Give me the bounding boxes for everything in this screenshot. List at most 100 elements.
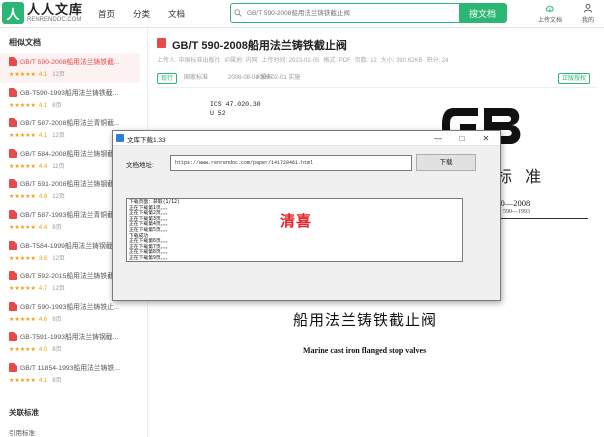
list-item[interactable]: GB-T590-1993船用法兰铸铁截... ★★★★★ 4.1 8页 (0, 84, 140, 114)
list-item[interactable]: GB/T 590-2008船用法兰铸铁截... ★★★★★ 4.1 12页 (0, 53, 140, 83)
meta-pages: 页数: 12 (354, 58, 377, 64)
address-label: 文档地址: (126, 162, 154, 169)
nav-home[interactable]: 首页 (98, 8, 115, 20)
search-input[interactable] (245, 4, 459, 22)
star-rating-icon: ★★★★★ (9, 194, 36, 201)
rating-score: 4.1 (38, 133, 48, 140)
maximize-icon[interactable]: □ (451, 132, 473, 145)
log-output[interactable]: 下载页面：获取(1/12) 正在下载第1页。。。 正在下载第2页。。。 正在下载第3页… (126, 198, 463, 262)
page-count: 12页 (52, 133, 65, 140)
star-rating-icon: ★★★★★ (9, 255, 36, 262)
user-icon (583, 3, 593, 13)
page-count: 8页 (52, 347, 62, 354)
rating-score: 4.4 (38, 163, 48, 170)
status-badge: 现行 (157, 73, 178, 84)
pdf-icon (157, 38, 166, 48)
pdf-icon (9, 148, 17, 158)
rating-score: 4.1 (38, 102, 48, 109)
search-button[interactable]: 搜文档 (459, 4, 506, 22)
page-count: 12页 (52, 72, 65, 78)
meta-format: 格式: PDF (323, 58, 351, 64)
star-rating-icon: ★★★★★ (9, 378, 36, 384)
national-standard-heading: 标 准 (496, 167, 546, 186)
authorized-badge[interactable]: 正版授权 (558, 73, 591, 84)
star-rating-icon: ★★★★★ (9, 286, 36, 293)
page-count: 8页 (52, 316, 62, 323)
pdf-icon (9, 240, 17, 250)
search-icon (231, 4, 245, 22)
list-item-title: GB-T590-1993船用法兰铸铁截... (20, 89, 119, 97)
list-item-rating: ★★★★★ 4.4 8页 (9, 222, 62, 231)
list-item[interactable]: GB-T591-1993船用法兰铸钢截... ★★★★★ 4.0 8页 (0, 328, 140, 358)
log-lines: 下载页面：获取(1/12) 正在下载第1页。。。 正在下载第2页。。。 正在下载第3页… (129, 200, 180, 261)
meta-ip: IP属地: 内网 (224, 58, 258, 64)
related-standards-title: 关联标准 (9, 408, 39, 417)
page-count: 12页 (52, 194, 65, 201)
download-button[interactable]: 下载 (416, 154, 476, 171)
replaced-standard: 590—1993 (503, 209, 530, 215)
pdf-icon (9, 271, 17, 281)
list-item-rating: ★★★★★ 4.6 8页 (9, 314, 62, 323)
list-item-rating: ★★★★★ 4.1 8页 (9, 375, 62, 384)
star-rating-icon: ★★★★★ (9, 72, 36, 78)
close-icon[interactable]: ✕ (475, 132, 497, 145)
logo-domain: RENRENDOC.COM (27, 17, 82, 23)
list-item-title: GB/T 590-1993船用法兰铸铁止... (20, 303, 120, 311)
upload-button[interactable]: 上传文档 (538, 3, 562, 24)
nav-docs[interactable]: 文档 (168, 8, 185, 20)
window-titlebar[interactable]: 文库下载1.33 — □ ✕ (113, 131, 500, 146)
ics-code: ICS 47.020.30 U 52 (210, 101, 261, 117)
list-item[interactable]: GB/T 590-1993船用法兰铸铁止... ★★★★★ 4.6 8页 (0, 298, 140, 328)
page-count: 8页 (52, 225, 62, 231)
list-item-title: GB/T 11854-1993船用法兰铸铁... (20, 365, 120, 372)
upload-label: 上传文档 (538, 18, 563, 24)
upload-cloud-icon (545, 5, 554, 13)
pdf-icon (9, 179, 17, 189)
site-logo[interactable]: 人 人人文库 RENRENDOC.COM (2, 2, 83, 24)
log-banner: 清喜 (280, 213, 313, 230)
rating-score: 3.6 (38, 255, 48, 262)
rating-score: 4.6 (38, 316, 48, 323)
star-rating-icon: ★★★★★ (9, 347, 36, 354)
rating-score: 4.4 (38, 225, 48, 231)
list-item-rating: ★★★★★ 4.1 12页 (9, 130, 65, 139)
page-count: 12页 (52, 255, 65, 262)
pdf-icon (9, 57, 17, 66)
star-rating-icon: ★★★★★ (9, 102, 36, 109)
minimize-icon[interactable]: — (427, 132, 449, 145)
nav-categories[interactable]: 分类 (133, 8, 150, 20)
list-item-rating: ★★★★★ 4.1 12页 (9, 69, 65, 78)
rating-score: 4.8 (38, 194, 48, 201)
star-rating-icon: ★★★★★ (9, 133, 36, 140)
list-item[interactable]: GB/T 11854-1993船用法兰铸铁... ★★★★★ 4.1 8页 (0, 359, 140, 389)
standard-type-tag: 国家标准 (184, 75, 209, 81)
list-item-rating: ★★★★★ 4.7 12页 (9, 283, 65, 292)
star-rating-icon: ★★★★★ (9, 316, 36, 323)
page-count: 12页 (52, 286, 65, 293)
pdf-icon (9, 210, 17, 219)
downloader-window: 文库下载1.33 — □ ✕ 文档地址: https://www.renrend… (112, 130, 501, 301)
list-item-rating: ★★★★★ 4.0 8页 (9, 344, 62, 353)
document-meta: 上传人: 中国标准出版社 IP属地: 内网 上传时间: 2023-02-05 格式: … (157, 55, 452, 64)
meta-uploader: 上传人: 中国标准出版社 (157, 58, 221, 64)
effective-date-tag: 2009-02-01 实施 (256, 75, 301, 81)
app-icon (116, 134, 124, 142)
rating-score: 4.1 (38, 72, 48, 78)
profile-button[interactable]: 我的 (582, 3, 594, 24)
pdf-icon (9, 363, 17, 372)
page-count: 8页 (52, 102, 62, 109)
cited-standards-label: 引用标准: (9, 430, 37, 437)
list-item-rating: ★★★★★ 4.1 8页 (9, 100, 62, 109)
rating-score: 4.7 (38, 286, 48, 293)
list-item-title: GB-T591-1993船用法兰铸钢截... (20, 334, 119, 342)
pdf-icon (9, 87, 17, 97)
star-rating-icon: ★★★★★ (9, 163, 36, 170)
pdf-icon (9, 118, 17, 128)
pdf-icon (9, 332, 17, 342)
rating-score: 4.0 (38, 347, 48, 354)
list-item-title: GB/T 587-2008船用法兰青铜截... (20, 120, 120, 128)
meta-points: 积分: 24 (426, 58, 449, 64)
profile-label: 我的 (582, 18, 595, 24)
logo-mark-icon: 人 (2, 2, 24, 24)
address-input[interactable]: https://www.renrendoc.com/paper/14172846… (170, 155, 412, 171)
